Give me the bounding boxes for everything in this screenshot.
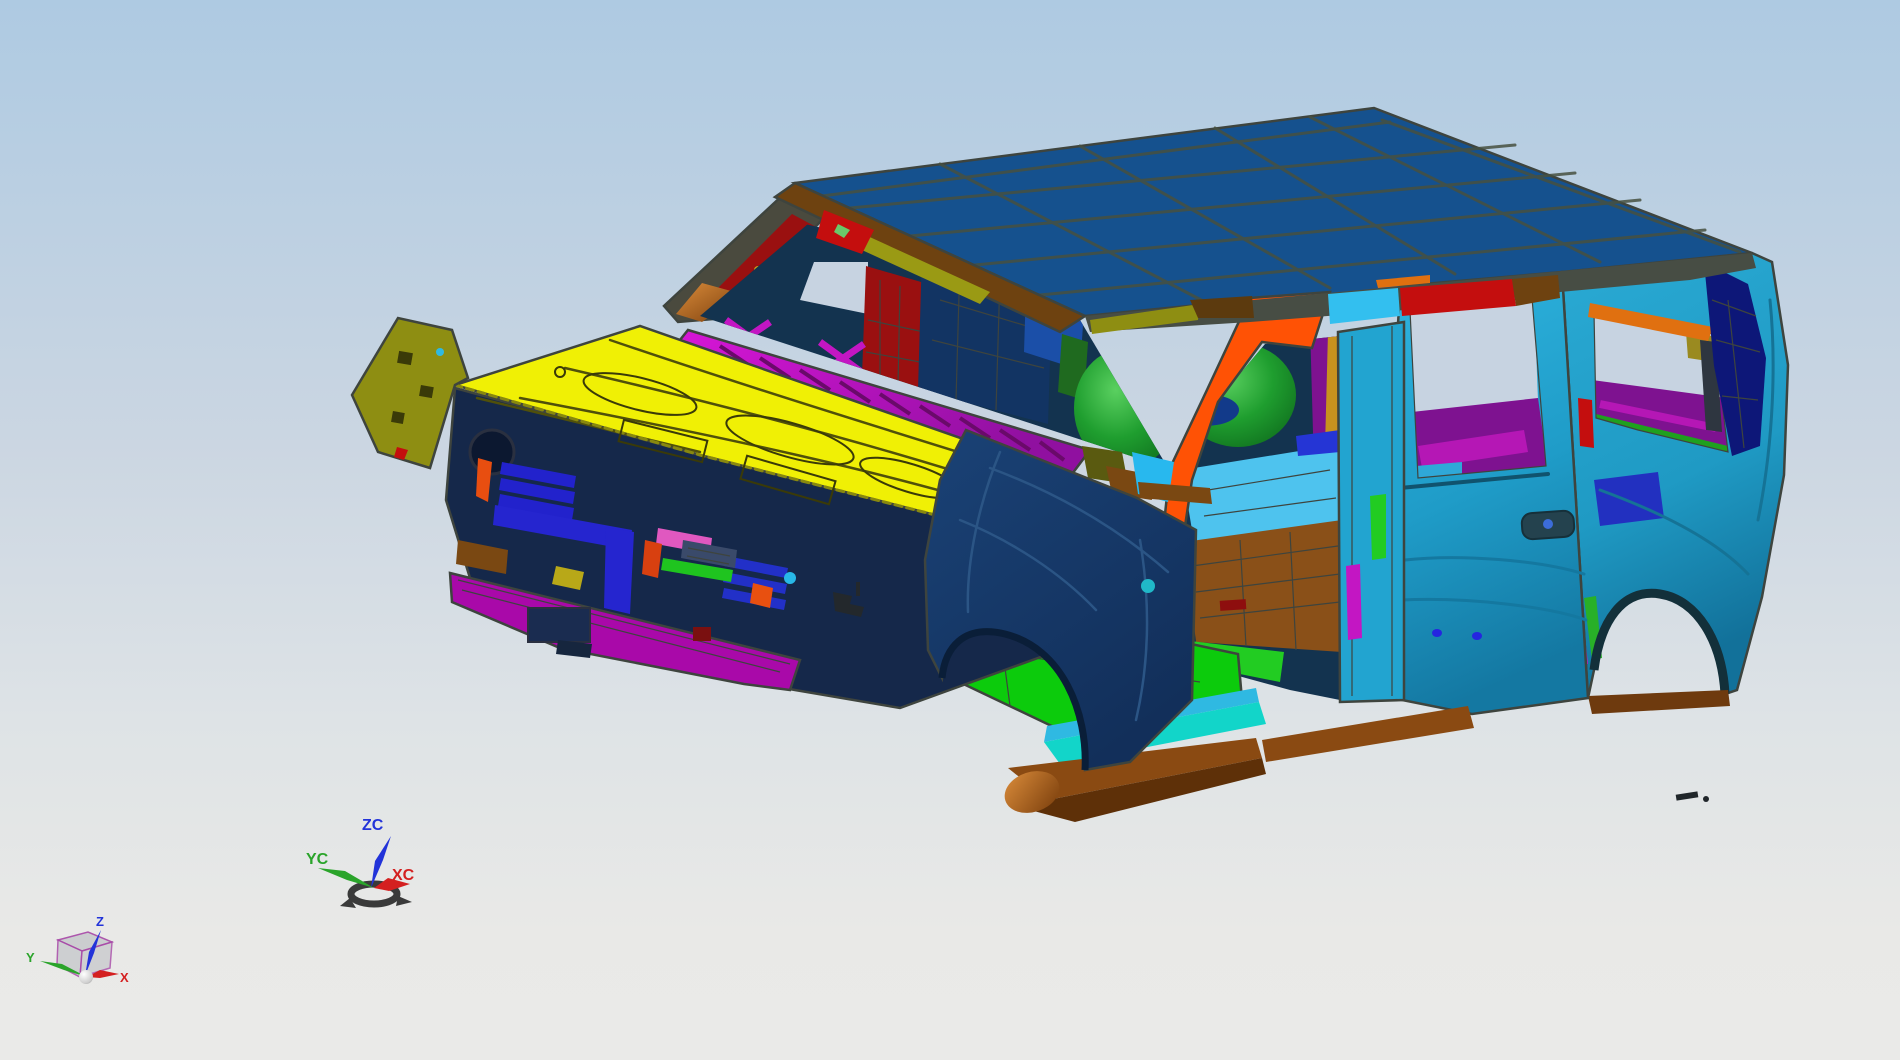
cad-3d-viewport[interactable]: ZC YC XC Z Y X	[0, 0, 1900, 1060]
fender-cap-teal-dot	[436, 348, 444, 356]
wcs-y-label: YC	[306, 851, 329, 868]
grille-frame-vertical	[604, 527, 634, 614]
bracket-pin	[856, 582, 860, 596]
door-handle-glint	[1543, 519, 1553, 529]
b-pillar-magenta-sliver	[1346, 564, 1362, 640]
fender-teal-dot	[1141, 579, 1155, 593]
tow-hitch-box	[527, 607, 591, 643]
wcs-x-label: XC	[392, 867, 415, 884]
b-pillar-reinforcement-green	[1370, 494, 1386, 560]
rear-door[interactable]	[1392, 270, 1590, 716]
rear-door-window	[1410, 298, 1546, 478]
view-z-label: Z	[96, 914, 104, 929]
floor-pan-rear-brown	[1184, 520, 1340, 652]
view-origin-sphere	[79, 970, 93, 984]
c-pillar-red-sliver	[1578, 398, 1594, 448]
view-y-label: Y	[26, 950, 35, 965]
door-blue-dot-2	[1432, 629, 1442, 637]
view-x-label: X	[120, 970, 129, 985]
wcs-z-label: ZC	[362, 817, 384, 834]
fascia-red-brick	[693, 627, 711, 641]
quarter-blue-box	[1594, 472, 1664, 526]
floating-dot	[1703, 796, 1709, 802]
door-blue-dot-3	[1472, 632, 1482, 640]
b-pillar[interactable]	[1336, 320, 1406, 704]
floor-red-bit	[1219, 599, 1247, 611]
fascia-cyan-dot	[784, 572, 796, 584]
